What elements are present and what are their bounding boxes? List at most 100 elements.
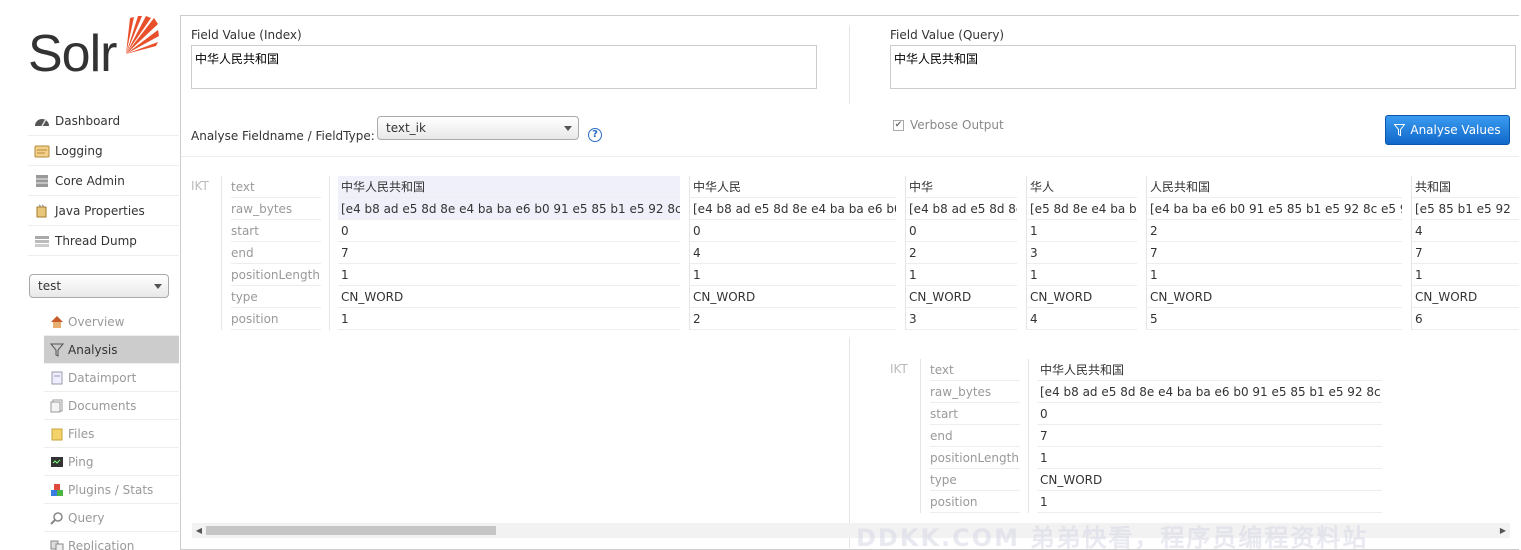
- thread-dump-icon: [35, 235, 49, 247]
- token-position: 6: [1412, 308, 1519, 330]
- nav-dashboard-label: Dashboard: [55, 113, 121, 128]
- core-nav-overview[interactable]: Overview: [44, 308, 179, 336]
- token-end: 7: [1412, 242, 1519, 264]
- java-properties-icon: [36, 204, 47, 217]
- core-nav-documents-label: Documents: [68, 398, 137, 413]
- token-text: 中华: [906, 176, 1017, 198]
- token-text: 中华人民共和国: [338, 176, 680, 198]
- verbose-output-toggle[interactable]: ✔ Verbose Output: [893, 118, 1004, 132]
- core-nav-files[interactable]: Files: [44, 420, 179, 448]
- index-stage-label: IKT: [191, 179, 209, 193]
- token-text: 人民共和国: [1147, 176, 1402, 198]
- token-column: 华人 [e5 8d 8e e4 ba ba] 1 3 1 CN_WORD 4: [1027, 176, 1137, 330]
- row-label-type: type: [231, 286, 321, 308]
- token-start: 0: [338, 220, 680, 242]
- token-start: 2: [1147, 220, 1402, 242]
- nav-logging[interactable]: Logging: [28, 136, 179, 166]
- query-stage-label: IKT: [890, 362, 908, 376]
- nav-core-admin[interactable]: Core Admin: [28, 166, 179, 196]
- analysis-panel: Field Value (Index) 中华人民共和国 Field Value …: [180, 15, 1519, 550]
- field-divider: [849, 26, 850, 104]
- token-position-length: 1: [1147, 264, 1402, 286]
- nav-thread-dump[interactable]: Thread Dump: [28, 226, 179, 256]
- funnel-icon: [50, 343, 64, 357]
- token-position: 5: [1147, 308, 1402, 330]
- token-text: 共和国: [1412, 176, 1519, 198]
- token-type: CN_WORD: [906, 286, 1017, 308]
- nav-java-properties[interactable]: Java Properties: [28, 196, 179, 226]
- token-start: 1: [1027, 220, 1137, 242]
- token-position-length: 1: [1027, 264, 1137, 286]
- token-type: CN_WORD: [338, 286, 680, 308]
- query-row-labels: text raw_bytes start end positionLength …: [930, 359, 1020, 513]
- analyse-values-button[interactable]: Analyse Values: [1385, 115, 1510, 145]
- query-icon: [50, 511, 63, 525]
- token-position-length: 1: [1037, 447, 1382, 469]
- token-column: 人民共和国 [e4 ba ba e6 b0 91 e5 85 b1 e5 92 8…: [1147, 176, 1402, 330]
- help-icon[interactable]: ?: [588, 128, 602, 142]
- nav-dashboard[interactable]: Dashboard: [28, 106, 179, 136]
- token-type: CN_WORD: [1147, 286, 1402, 308]
- row-label-raw-bytes: raw_bytes: [231, 198, 321, 220]
- row-label-raw-bytes: raw_bytes: [930, 381, 1020, 403]
- token-text: 华人: [1027, 176, 1137, 198]
- nav-thread-dump-label: Thread Dump: [55, 233, 137, 248]
- row-label-position: position: [231, 308, 321, 330]
- verbose-output-label: Verbose Output: [910, 118, 1004, 132]
- funnel-icon: [1394, 124, 1406, 136]
- folder-icon: [51, 428, 63, 440]
- token-end: 4: [690, 242, 896, 264]
- token-end: 3: [1027, 242, 1137, 264]
- core-nav-documents[interactable]: Documents: [44, 392, 179, 420]
- home-icon: [51, 315, 63, 328]
- watermark: DDKK.COM 弟弟快看，程序员编程资料站: [856, 524, 1369, 550]
- scroll-left-icon[interactable]: ◀: [194, 525, 204, 536]
- verbose-checkbox[interactable]: ✔: [893, 119, 904, 131]
- token-column: 中华人民[e4 b8 ad e5 8d 8e e4 ba ba e6 b0 91…: [690, 176, 896, 330]
- scrollbar-thumb[interactable]: [206, 526, 496, 535]
- core-nav-plugins-stats[interactable]: Plugins / Stats: [44, 476, 179, 504]
- logging-icon: [34, 145, 50, 157]
- nav-logging-label: Logging: [55, 143, 103, 158]
- row-label-start: start: [231, 220, 321, 242]
- core-nav-files-label: Files: [68, 426, 95, 441]
- core-nav-query[interactable]: Query: [44, 504, 179, 532]
- ping-icon: [51, 456, 63, 467]
- query-value-label: Field Value (Query): [890, 28, 1005, 42]
- core-nav-query-label: Query: [68, 510, 105, 525]
- fieldtype-select[interactable]: text_ik: [377, 116, 579, 140]
- token-position: 1: [338, 308, 680, 330]
- core-selector[interactable]: test: [29, 274, 169, 298]
- row-label-type: type: [930, 469, 1020, 491]
- row-label-text: text: [930, 359, 1020, 381]
- core-nav-dataimport[interactable]: Dataimport: [44, 364, 179, 392]
- core-nav-dataimport-label: Dataimport: [68, 370, 137, 385]
- token-end: 7: [338, 242, 680, 264]
- core-nav: Overview Analysis Dataimport Documents F…: [44, 308, 179, 550]
- scroll-right-icon[interactable]: ▶: [1498, 525, 1508, 536]
- core-nav-ping[interactable]: Ping: [44, 448, 179, 476]
- row-label-position-length: positionLength: [231, 264, 321, 286]
- index-value-label: Field Value (Index): [191, 28, 302, 42]
- dashboard-icon: [35, 118, 49, 126]
- token-text: 中华人民共和国: [1037, 359, 1382, 381]
- core-nav-replication[interactable]: Replication: [44, 532, 179, 550]
- token-start: 4: [1412, 220, 1519, 242]
- query-analysis-table: IKT text raw_bytes start end positionLen…: [880, 359, 1519, 513]
- nav-core-admin-label: Core Admin: [55, 173, 125, 188]
- token-raw-bytes: [e5 85 b1 e5 92: [1412, 198, 1519, 220]
- index-row-labels: text raw_bytes start end positionLength …: [231, 176, 321, 330]
- token-end: 2: [906, 242, 1017, 264]
- core-nav-analysis[interactable]: Analysis: [44, 336, 179, 364]
- index-value-input[interactable]: 中华人民共和国: [191, 45, 817, 89]
- fieldtype-label: Analyse Fieldname / FieldType:: [191, 129, 375, 143]
- solr-logo[interactable]: Solr: [28, 14, 159, 82]
- token-end: 7: [1147, 242, 1402, 264]
- token-position: 1: [1037, 491, 1382, 513]
- token-column: 共和国 [e5 85 b1 e5 92 4 7 1 CN_WORD 6: [1412, 176, 1519, 330]
- token-raw-bytes: [e4 b8 ad e5 8d 8e]: [906, 198, 1017, 220]
- row-label-position-length: positionLength: [930, 447, 1020, 469]
- token-position-length: 1: [338, 264, 680, 286]
- query-value-input[interactable]: 中华人民共和国: [890, 45, 1516, 89]
- core-admin-icon: [36, 174, 48, 187]
